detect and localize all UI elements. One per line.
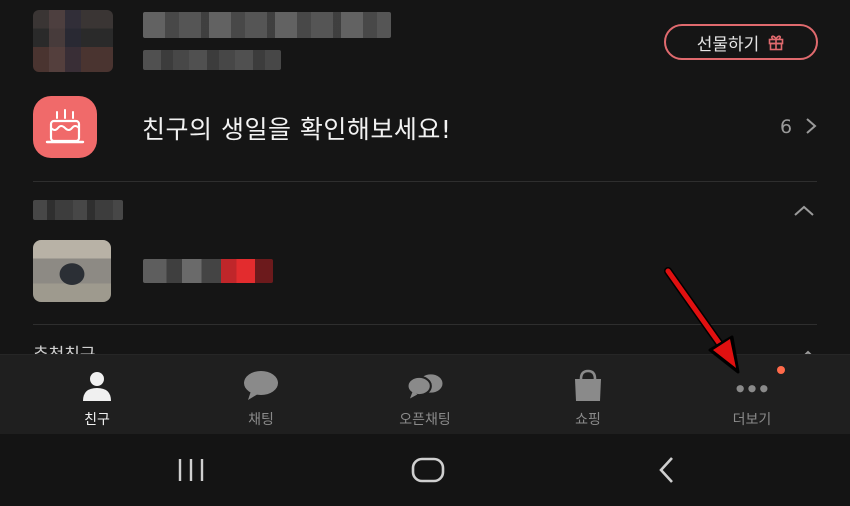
blurred-profile-name bbox=[143, 12, 391, 38]
chevron-up-icon[interactable] bbox=[798, 346, 818, 354]
friends-list: 선물하기 친구의 생일을 확인해보세요! 6 bbox=[0, 0, 850, 354]
gift-button-label: 선물하기 bbox=[696, 34, 760, 55]
divider bbox=[33, 181, 817, 182]
blurred-profile-status bbox=[143, 50, 281, 70]
gift-icon bbox=[767, 33, 785, 51]
blurred-section-header bbox=[33, 200, 123, 220]
birthday-banner-text: 친구의 생일을 확인해보세요! bbox=[142, 115, 452, 144]
birthday-banner[interactable]: 친구의 생일을 확인해보세요! 6 bbox=[0, 92, 850, 164]
back-icon[interactable] bbox=[637, 452, 697, 488]
cake-icon bbox=[33, 96, 97, 158]
my-profile-row[interactable]: 선물하기 bbox=[0, 0, 850, 82]
chevron-right-icon bbox=[802, 114, 820, 138]
recents-icon[interactable] bbox=[161, 452, 221, 488]
birthday-count: 6 bbox=[780, 116, 793, 138]
blurred-friend-name bbox=[143, 259, 273, 283]
friend-list-item[interactable] bbox=[0, 238, 850, 306]
friend-avatar[interactable] bbox=[33, 240, 111, 302]
bottom-tab-bar: 친구 채팅 오픈채팅 쇼핑 더보기 bbox=[0, 354, 850, 434]
recommended-friends-header: 추천친구 bbox=[33, 340, 96, 354]
chat-bubble-icon bbox=[241, 369, 281, 403]
shopping-bag-icon bbox=[568, 369, 608, 403]
tab-chats[interactable]: 채팅 bbox=[176, 355, 346, 435]
tab-chats-label: 채팅 bbox=[248, 412, 274, 428]
tab-open-chat-label: 오픈채팅 bbox=[399, 412, 451, 428]
person-icon bbox=[77, 369, 117, 403]
my-avatar[interactable] bbox=[33, 10, 113, 72]
tab-friends[interactable]: 친구 bbox=[12, 355, 182, 435]
home-icon[interactable] bbox=[398, 452, 458, 488]
chevron-up-icon[interactable] bbox=[792, 203, 816, 219]
tab-more[interactable]: 더보기 bbox=[667, 355, 837, 435]
tab-shopping-label: 쇼핑 bbox=[575, 412, 601, 428]
open-chat-icon bbox=[405, 369, 445, 403]
tab-open-chat[interactable]: 오픈채팅 bbox=[340, 355, 510, 435]
gift-button[interactable]: 선물하기 bbox=[664, 24, 818, 60]
divider bbox=[33, 324, 817, 325]
tab-friends-label: 친구 bbox=[84, 412, 110, 428]
notification-badge bbox=[777, 366, 785, 374]
tab-more-label: 더보기 bbox=[732, 412, 772, 428]
more-dots-icon bbox=[732, 369, 772, 403]
system-navigation-bar bbox=[0, 434, 850, 506]
tab-shopping[interactable]: 쇼핑 bbox=[503, 355, 673, 435]
